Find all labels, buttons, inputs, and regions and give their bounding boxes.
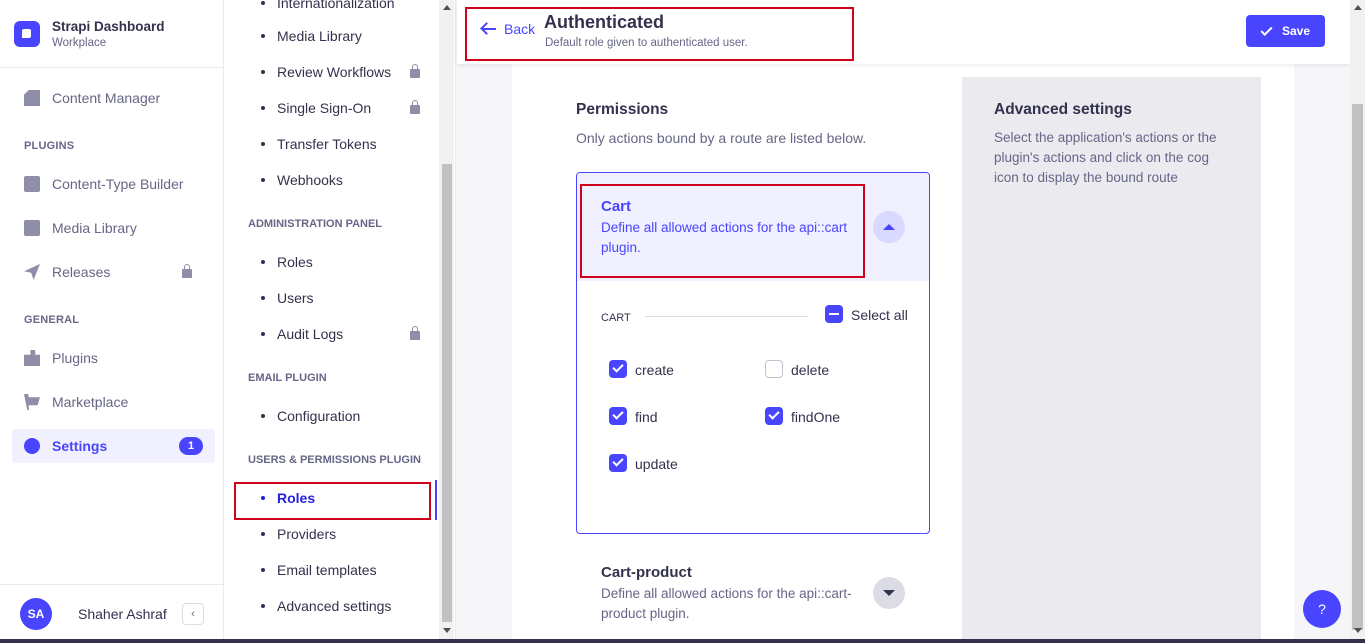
save-label: Save — [1281, 24, 1311, 38]
chevron-down-icon — [883, 590, 895, 596]
subnav-item-advanced-settings[interactable]: Advanced settings — [248, 593, 448, 619]
brand-subtitle: Workplace — [52, 36, 107, 49]
nav-content-manager[interactable]: Content Manager — [12, 81, 215, 115]
subnav-item-transfer-tokens[interactable]: Transfer Tokens — [248, 131, 448, 157]
paper-plane-icon — [24, 264, 40, 280]
findone-label: findOne — [791, 409, 841, 425]
delete-checkbox[interactable] — [765, 360, 783, 378]
chevron-left-icon: ‹ — [191, 608, 195, 620]
gear-icon — [24, 438, 40, 454]
subnav-item-single-sign-on[interactable]: Single Sign-On — [248, 95, 448, 121]
cart-product-accordion-description: Define all allowed actions for the api::… — [601, 586, 852, 621]
cart-accordion-description: Define all allowed actions for the api::… — [601, 220, 848, 255]
nav-label: Plugins — [52, 350, 98, 366]
findone-checkbox[interactable] — [765, 407, 783, 425]
subnav-item-providers[interactable]: Providers — [248, 521, 448, 547]
subnav-section-users-permissions: USERS & PERMISSIONS PLUGIN — [248, 454, 421, 466]
shopping-cart-icon — [24, 394, 40, 410]
nav-label: Media Library — [52, 220, 137, 236]
save-button[interactable]: Save — [1246, 15, 1325, 47]
find-checkbox[interactable] — [609, 407, 627, 425]
subnav-scrollbar-thumb[interactable] — [442, 164, 452, 622]
subnav-item-roles[interactable]: Roles — [248, 249, 448, 275]
advanced-settings-title: Advanced settings — [994, 101, 1132, 118]
arrow-left-icon — [480, 22, 496, 36]
scroll-down-arrow-icon[interactable] — [1354, 628, 1362, 633]
brand-header: Strapi Dashboard Workplace — [0, 0, 223, 68]
select-all-checkbox[interactable] — [825, 305, 843, 323]
image-icon — [24, 220, 40, 236]
user-profile: SA Shaher Ashraf ‹ — [0, 584, 224, 643]
subnav-item-media-library[interactable]: Media Library — [248, 23, 448, 49]
notification-badge: 1 — [179, 437, 203, 455]
puzzle-icon — [24, 350, 40, 366]
subnav-item-email-templates[interactable]: Email templates — [248, 557, 448, 583]
strapi-logo-icon — [14, 20, 40, 47]
cart-group-label: CART — [601, 312, 631, 324]
delete-label: delete — [791, 362, 830, 378]
nav-releases[interactable]: Releases — [12, 255, 215, 289]
group-divider — [645, 316, 808, 317]
collapse-cart-button[interactable] — [873, 211, 905, 243]
subnav-item-audit-logs[interactable]: Audit Logs — [248, 321, 448, 347]
subnav-section-email: EMAIL PLUGIN — [248, 372, 327, 384]
nav-section-plugins: PLUGINS — [24, 140, 75, 152]
help-button[interactable]: ? — [1303, 590, 1341, 628]
scroll-up-arrow-icon[interactable] — [443, 5, 451, 10]
lock-icon — [410, 64, 420, 78]
nav-media-library[interactable]: Media Library — [12, 211, 215, 245]
settings-sub-navigation: Internationalization Media Library Revie… — [224, 0, 456, 643]
select-all-label: Select all — [851, 307, 908, 323]
cart-product-accordion-title[interactable]: Cart-product — [601, 564, 692, 581]
nav-content-type-builder[interactable]: Content-Type Builder — [12, 167, 215, 201]
nav-section-general: GENERAL — [24, 314, 80, 326]
nav-plugins[interactable]: Plugins — [12, 341, 215, 375]
chevron-up-icon — [883, 224, 895, 230]
nav-label: Content-Type Builder — [52, 176, 184, 192]
create-label: create — [635, 362, 674, 378]
subnav-item-review-workflows[interactable]: Review Workflows — [248, 59, 448, 85]
back-link[interactable]: Back — [480, 21, 535, 37]
layout-icon — [24, 176, 40, 192]
user-name: Shaher Ashraf — [78, 606, 167, 622]
nav-label: Content Manager — [52, 90, 161, 106]
create-checkbox[interactable] — [609, 360, 627, 378]
brand-title: Strapi Dashboard — [52, 18, 165, 34]
page-subtitle: Default role given to authenticated user… — [545, 37, 748, 49]
subnav-item-up-roles[interactable]: Roles — [248, 485, 448, 511]
nav-marketplace[interactable]: Marketplace — [12, 385, 215, 419]
expand-cart-product-button[interactable] — [873, 577, 905, 609]
scroll-down-arrow-icon[interactable] — [443, 628, 451, 633]
taskbar-edge — [0, 639, 1365, 643]
permissions-title: Permissions — [576, 101, 669, 118]
back-label: Back — [504, 21, 536, 37]
subnav-item-internationalization[interactable]: Internationalization — [248, 0, 448, 16]
subnav-section-administration: ADMINISTRATION PANEL — [248, 218, 383, 230]
page-title: Authenticated — [544, 12, 665, 32]
main-scrollbar-thumb[interactable] — [1352, 104, 1363, 630]
cart-accordion-title: Cart — [601, 198, 632, 215]
active-indicator — [435, 480, 437, 520]
avatar[interactable]: SA — [20, 598, 52, 630]
feather-icon — [24, 90, 40, 106]
permissions-subtitle: Only actions bound by a route are listed… — [576, 130, 867, 146]
check-icon — [1260, 23, 1273, 36]
nav-label: Releases — [52, 264, 111, 280]
find-label: find — [635, 409, 658, 425]
subnav-item-users[interactable]: Users — [248, 285, 448, 311]
lock-icon — [410, 100, 420, 114]
update-checkbox[interactable] — [609, 454, 627, 472]
collapse-nav-button[interactable]: ‹ — [182, 603, 204, 625]
lock-icon — [182, 264, 192, 278]
subnav-item-configuration[interactable]: Configuration — [248, 403, 448, 429]
main-navigation: Strapi Dashboard Workplace Content Manag… — [0, 0, 224, 643]
nav-label: Settings — [52, 438, 108, 454]
update-label: update — [635, 456, 678, 472]
subnav-item-webhooks[interactable]: Webhooks — [248, 167, 448, 193]
nav-label: Marketplace — [52, 394, 129, 410]
lock-icon — [410, 326, 420, 340]
nav-settings[interactable]: Settings 1 — [12, 429, 215, 463]
advanced-settings-description: Select the application's actions or the … — [994, 130, 1217, 185]
scroll-up-arrow-icon[interactable] — [1354, 5, 1362, 10]
